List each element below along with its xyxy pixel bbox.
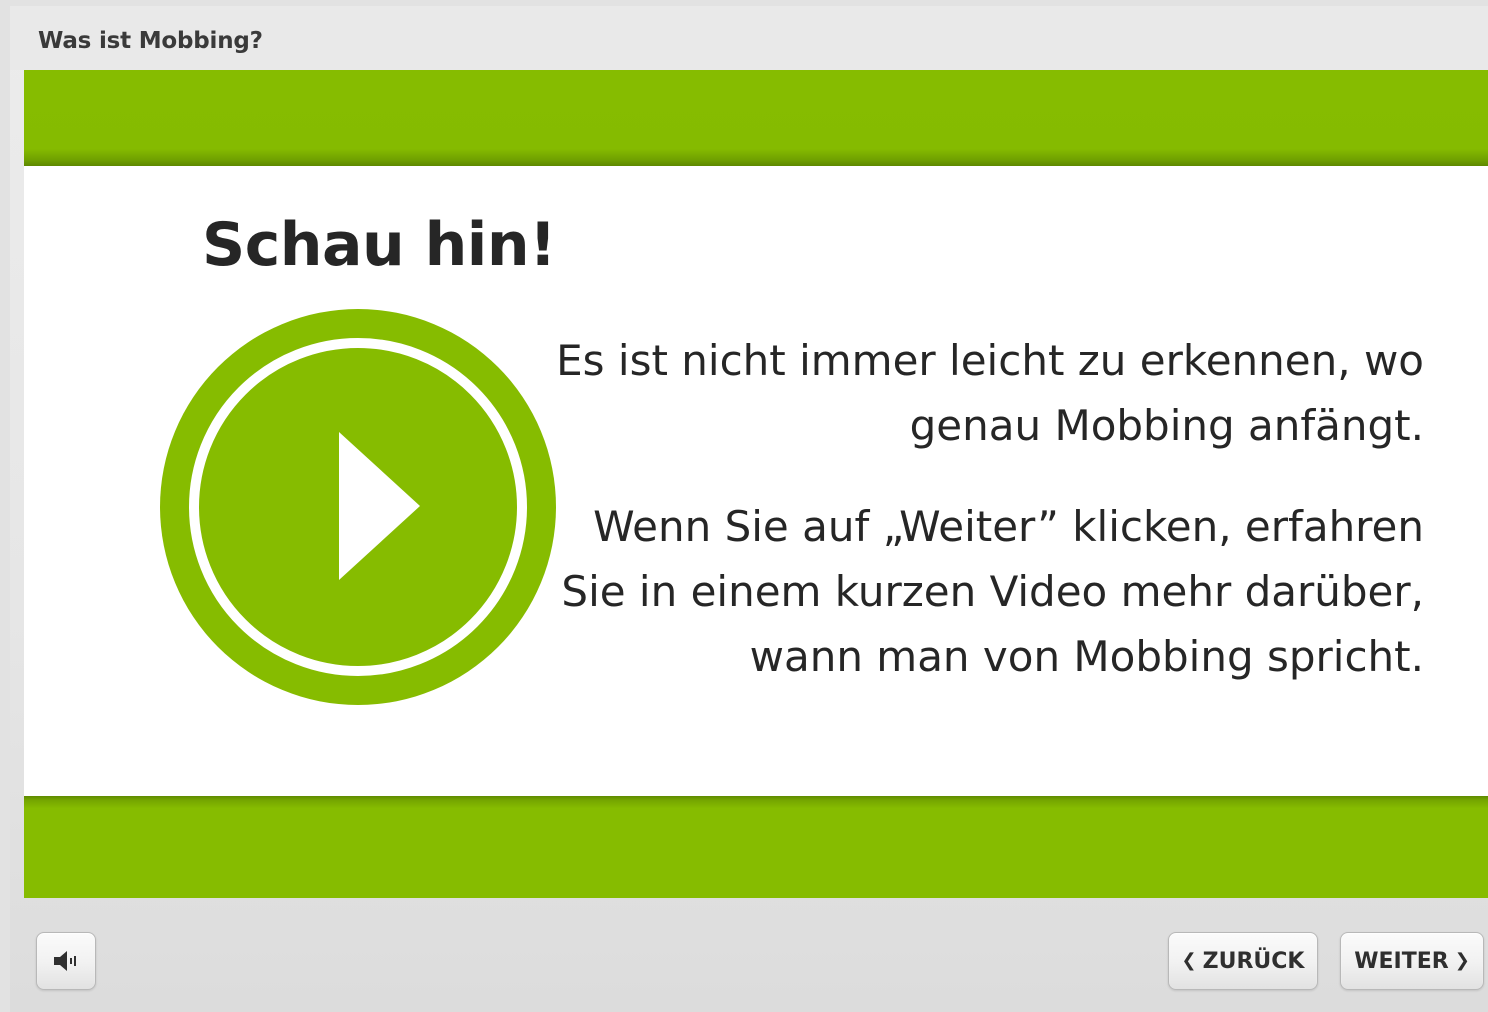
title-bar: Was ist Mobbing? xyxy=(10,6,1488,70)
chevron-right-icon: ❯ xyxy=(1454,950,1470,971)
mute-button[interactable] xyxy=(36,932,96,990)
back-button[interactable]: ❮ ZURÜCK xyxy=(1168,932,1318,990)
chevron-left-icon: ❮ xyxy=(1181,950,1197,971)
window-title: Was ist Mobbing? xyxy=(38,28,263,54)
next-button[interactable]: WEITER ❯ xyxy=(1340,932,1484,990)
top-green-band xyxy=(24,70,1488,166)
speaker-icon xyxy=(54,951,76,971)
play-icon xyxy=(160,309,556,705)
bottom-green-band xyxy=(24,796,1488,898)
body-paragraph: Es ist nicht immer leicht zu erkennen, w… xyxy=(556,336,1424,450)
play-button[interactable] xyxy=(159,308,557,706)
slide-headline: Schau hin! xyxy=(202,210,556,280)
back-button-label: ZURÜCK xyxy=(1202,948,1305,974)
player-frame: Was ist Mobbing? Schau hin! Es ist nicht… xyxy=(10,6,1488,1012)
slide-body-text: Es ist nicht immer leicht zu erkennen, w… xyxy=(524,328,1424,689)
slide-canvas: Schau hin! Es ist nicht immer leicht zu … xyxy=(24,70,1488,898)
body-paragraph: Wenn Sie auf „Weiter” klicken, erfahren … xyxy=(561,502,1424,681)
next-button-label: WEITER xyxy=(1354,948,1449,974)
